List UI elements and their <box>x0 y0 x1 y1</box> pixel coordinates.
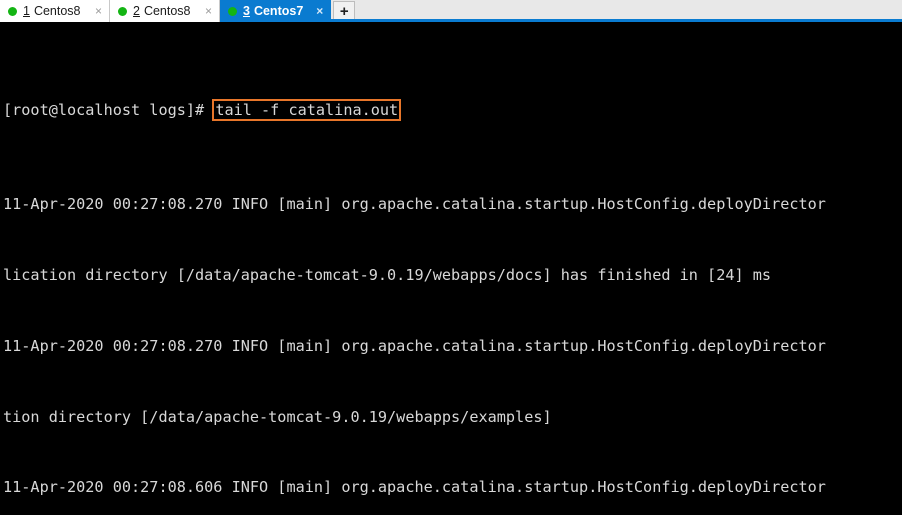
terminal-prompt-line: [root@localhost logs]# tail -f catalina.… <box>3 98 902 123</box>
tab-close-icon[interactable]: × <box>92 5 105 17</box>
terminal-text: [root@localhost logs]# tail -f catalina.… <box>3 28 902 515</box>
tab-number: 1 <box>23 4 30 18</box>
tab-status-dot-icon <box>8 6 17 16</box>
tab-bar: 1 Centos8 × 2 Centos8 × 3 Centos7 × + <box>0 0 902 22</box>
log-line: 11-Apr-2020 00:27:08.270 INFO [main] org… <box>3 195 826 214</box>
tab-status-dot-icon <box>118 6 127 16</box>
shell-prompt: [root@localhost logs]# <box>3 100 214 119</box>
log-line: lication directory [/data/apache-tomcat-… <box>3 265 772 284</box>
log-line: 11-Apr-2020 00:27:08.270 INFO [main] org… <box>3 336 826 355</box>
log-line: 11-Apr-2020 00:27:08.606 INFO [main] org… <box>3 478 826 497</box>
tab-number: 3 <box>243 4 250 18</box>
tab-label: Centos8 <box>143 4 191 18</box>
highlighted-command: tail -f catalina.out <box>212 98 402 121</box>
tab-close-icon[interactable]: × <box>202 5 215 17</box>
new-tab-button[interactable]: + <box>333 1 356 21</box>
tab-number: 2 <box>133 4 140 18</box>
tab-close-icon[interactable]: × <box>313 5 326 17</box>
tab-2-centos8[interactable]: 2 Centos8 × <box>110 0 220 22</box>
terminal-window: 1 Centos8 × 2 Centos8 × 3 Centos7 × + [r… <box>0 0 902 515</box>
tab-3-centos7[interactable]: 3 Centos7 × <box>220 0 332 22</box>
tab-status-dot-icon <box>228 6 237 16</box>
tab-label: Centos7 <box>253 4 304 18</box>
log-line: tion directory [/data/apache-tomcat-9.0.… <box>3 407 552 426</box>
tab-label: Centos8 <box>33 4 81 18</box>
tab-1-centos8[interactable]: 1 Centos8 × <box>0 0 110 22</box>
terminal-output-area[interactable]: [root@localhost logs]# tail -f catalina.… <box>0 22 902 515</box>
